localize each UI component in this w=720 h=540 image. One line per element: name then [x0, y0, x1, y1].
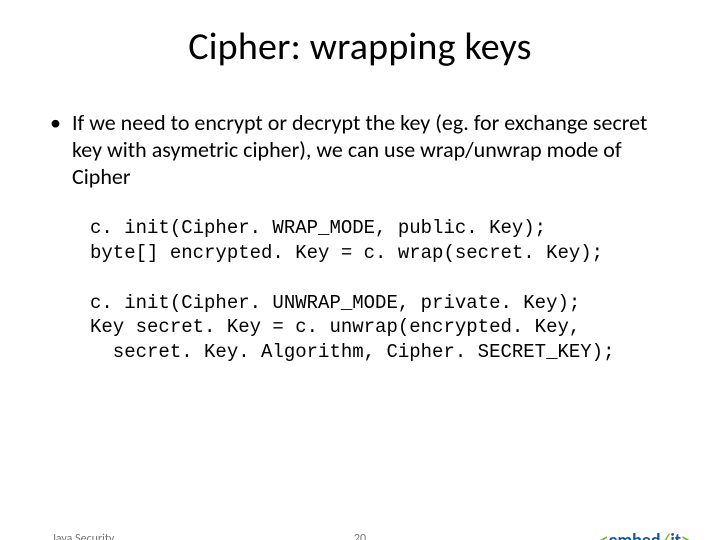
code-block-unwrap: c. init(Cipher. UNWRAP_MODE, private. Ke… — [90, 291, 670, 364]
code-block-wrap: c. init(Cipher. WRAP_MODE, public. Key);… — [90, 216, 670, 265]
logo-gt: > — [681, 531, 690, 540]
slide-body: If we need to encrypt or decrypt the key… — [50, 110, 670, 364]
logo-lt: < — [599, 531, 608, 540]
logo-slash: / — [662, 531, 670, 540]
bullet-list: If we need to encrypt or decrypt the key… — [50, 110, 670, 190]
logo-it: it — [670, 531, 681, 540]
slide: Cipher: wrapping keys If we need to encr… — [0, 24, 720, 540]
footer: Java Security 20 < embed / it > — [0, 526, 720, 540]
logo-embed: embed — [608, 531, 660, 540]
footer-logo: < embed / it > — [599, 531, 690, 540]
embedit-logo: < embed / it > — [599, 531, 690, 540]
bullet-item: If we need to encrypt or decrypt the key… — [50, 110, 670, 190]
slide-title: Cipher: wrapping keys — [0, 24, 720, 70]
